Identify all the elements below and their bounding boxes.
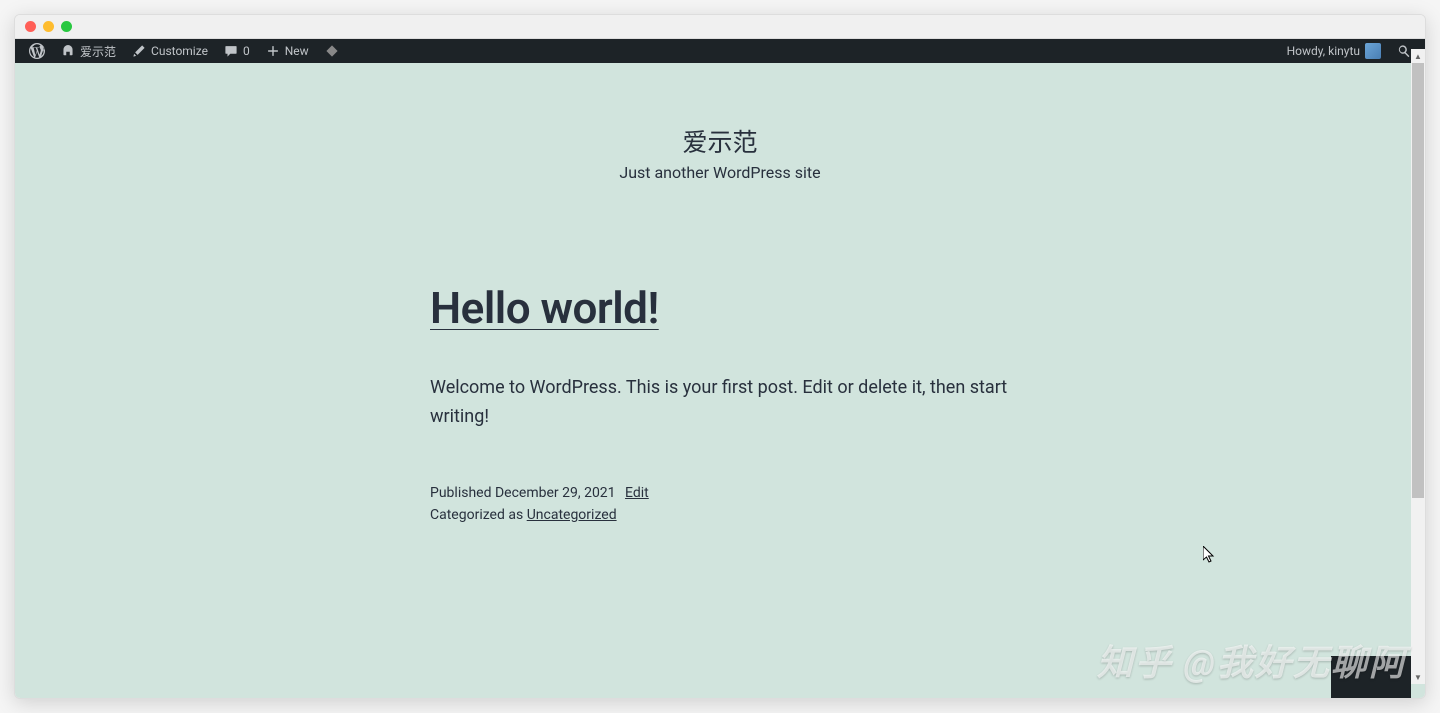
howdy-text: Howdy, kinytu: [1287, 44, 1360, 58]
post-meta-published: Published December 29, 2021 Edit: [430, 482, 1010, 504]
wp-admin-bar: 爱示范 Customize 0: [15, 39, 1425, 63]
comments-count: 0: [243, 44, 250, 58]
comments-link[interactable]: 0: [216, 39, 258, 63]
site-title[interactable]: 爱示范: [15, 123, 1425, 159]
site-tagline: Just another WordPress site: [15, 163, 1425, 182]
post-title-link[interactable]: Hello world!: [430, 282, 1010, 334]
browser-window: 爱示范 Customize 0: [14, 14, 1426, 699]
wp-logo-menu[interactable]: [21, 39, 53, 63]
scroll-down-arrow[interactable]: ▼: [1411, 670, 1425, 684]
site-name-link[interactable]: 爱示范: [53, 39, 124, 63]
categorized-label: Categorized as: [430, 507, 523, 523]
post-meta-category: Categorized as Uncategorized: [430, 504, 1010, 526]
close-window-button[interactable]: [25, 21, 36, 32]
site-name-text: 爱示范: [80, 43, 116, 60]
scrollbar-track[interactable]: ▲ ▼: [1411, 63, 1425, 684]
new-content-link[interactable]: New: [258, 39, 317, 63]
my-account-link[interactable]: Howdy, kinytu: [1279, 39, 1389, 63]
brush-icon: [132, 44, 146, 58]
category-link[interactable]: Uncategorized: [527, 507, 617, 523]
adminbar-right-group: Howdy, kinytu: [1279, 39, 1419, 63]
published-label: Published: [430, 485, 491, 501]
wordpress-icon: [29, 43, 45, 59]
published-date: December 29, 2021: [495, 485, 616, 501]
extra-menu-item[interactable]: [317, 39, 347, 63]
customize-link[interactable]: Customize: [124, 39, 216, 63]
post-meta: Published December 29, 2021 Edit Categor…: [430, 482, 1010, 527]
page-content: 爱示范 Customize 0: [15, 39, 1425, 698]
scrollbar-thumb[interactable]: [1412, 63, 1424, 498]
new-label: New: [285, 44, 309, 58]
minimize-window-button[interactable]: [43, 21, 54, 32]
site-header: 爱示范 Just another WordPress site: [15, 123, 1425, 182]
plus-icon: [266, 44, 280, 58]
search-icon: [1397, 44, 1411, 58]
edit-post-link[interactable]: Edit: [625, 485, 649, 501]
diamond-icon: [325, 44, 339, 58]
post-article: Hello world! Welcome to WordPress. This …: [410, 282, 1030, 526]
comment-icon: [224, 44, 238, 58]
customize-label: Customize: [151, 44, 208, 58]
post-excerpt: Welcome to WordPress. This is your first…: [430, 374, 1010, 432]
dashboard-icon: [61, 44, 75, 58]
site-body: 爱示范 Just another WordPress site Hello wo…: [15, 63, 1425, 698]
adminbar-left-group: 爱示范 Customize 0: [21, 39, 347, 63]
scroll-up-arrow[interactable]: ▲: [1411, 49, 1425, 63]
avatar: [1365, 43, 1381, 59]
maximize-window-button[interactable]: [61, 21, 72, 32]
dark-mode-toggle[interactable]: [1331, 656, 1411, 698]
window-titlebar: [15, 15, 1425, 39]
